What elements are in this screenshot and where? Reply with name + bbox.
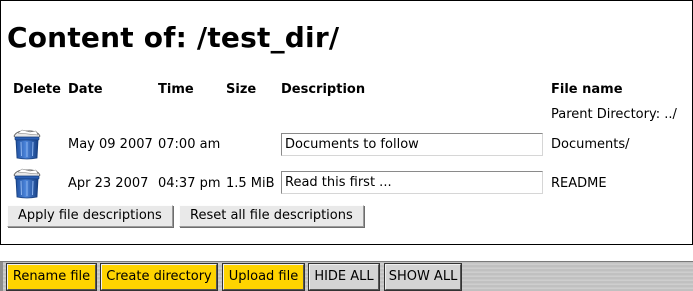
apply-descriptions-button[interactable]: Apply file descriptions — [7, 205, 173, 227]
column-header-time: Time — [158, 82, 194, 97]
column-header-filename: File name — [551, 82, 623, 97]
rename-file-button[interactable]: Rename file — [6, 263, 97, 291]
toolbar-edge — [0, 262, 3, 291]
trash-can-icon[interactable] — [12, 128, 42, 160]
description-input[interactable] — [281, 171, 543, 194]
row-date: Apr 23 2007 — [68, 176, 149, 191]
upload-file-button[interactable]: Upload file — [222, 263, 305, 291]
row-filename-link[interactable]: README — [551, 176, 607, 191]
row-time: 07:00 am — [158, 137, 221, 152]
file-listing-panel: Content of: /test_dir/ Delete Date Time … — [0, 0, 693, 245]
page-title: Content of: /test_dir/ — [7, 21, 340, 54]
row-time: 04:37 pm — [158, 176, 221, 191]
trash-can-icon[interactable] — [12, 167, 42, 199]
create-directory-button[interactable]: Create directory — [100, 263, 218, 291]
parent-directory-link[interactable]: Parent Directory: ../ — [551, 107, 677, 122]
bottom-toolbar: Rename file Create directory Upload file… — [0, 261, 693, 291]
show-all-button[interactable]: SHOW ALL — [384, 263, 462, 291]
reset-descriptions-button[interactable]: Reset all file descriptions — [179, 205, 364, 227]
description-input[interactable] — [281, 133, 543, 156]
hide-all-button[interactable]: HIDE ALL — [308, 263, 380, 291]
row-filename-link[interactable]: Documents/ — [551, 137, 630, 152]
row-size: 1.5 MiB — [226, 176, 275, 191]
column-header-description: Description — [281, 82, 366, 97]
column-header-delete: Delete — [13, 82, 61, 97]
column-header-date: Date — [68, 82, 103, 97]
column-header-size: Size — [226, 82, 257, 97]
row-date: May 09 2007 — [68, 137, 153, 152]
